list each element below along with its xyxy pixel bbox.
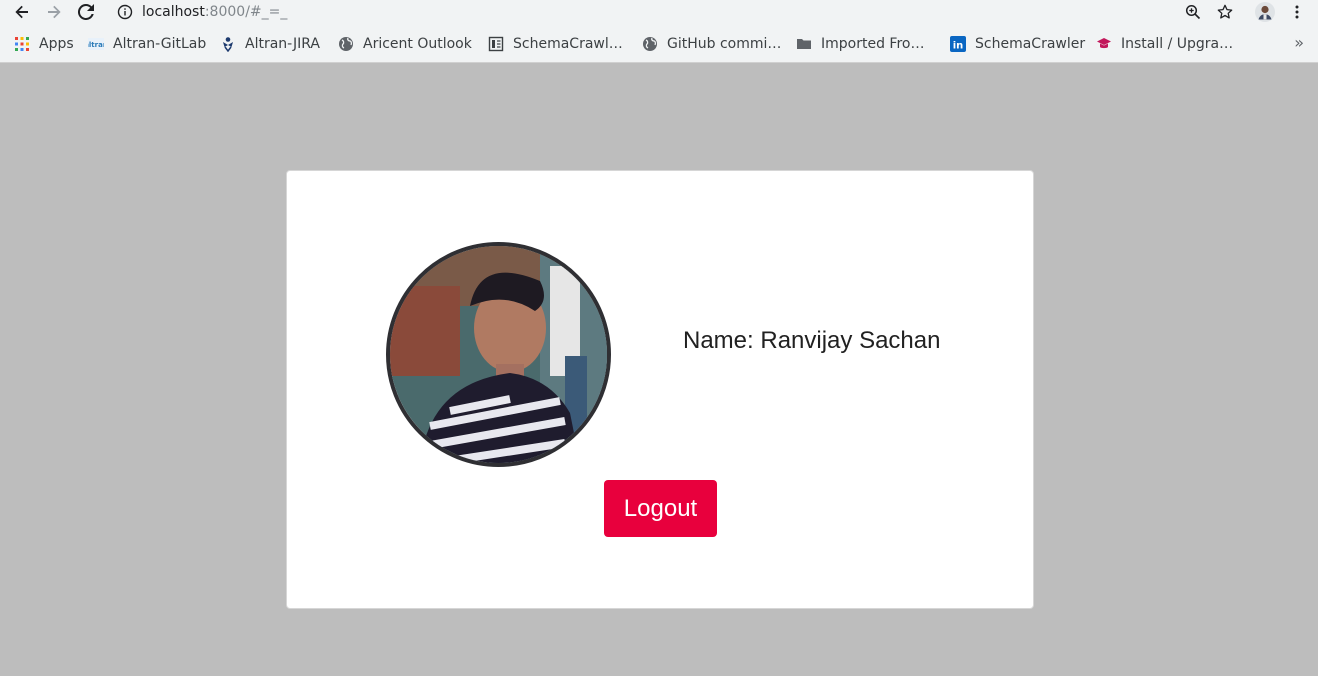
user-name-text: Name: Ranvijay Sachan: [683, 327, 941, 354]
bookmark-star-button[interactable]: [1213, 0, 1237, 24]
bookmark-label: Altran-GitLab: [113, 36, 207, 52]
profile-photo-image: [390, 246, 607, 463]
folder-icon: [796, 36, 812, 52]
bookmark-label: Install / Upgra…: [1121, 36, 1234, 52]
zoom-icon: [1185, 4, 1201, 20]
globe-icon: [338, 36, 354, 52]
info-icon: [117, 4, 133, 20]
bookmarks-overflow-button[interactable]: »: [1294, 33, 1304, 52]
arrow-left-icon: [15, 5, 28, 19]
bookmark-label: Imported Fro…: [821, 36, 925, 52]
bookmark-github-commits[interactable]: GitHub commi…: [642, 34, 781, 54]
logout-button[interactable]: Logout: [604, 480, 717, 537]
zoom-button[interactable]: [1181, 0, 1205, 24]
url-host: localhost: [142, 4, 205, 20]
jira-icon: [220, 36, 236, 52]
bookmark-aricent-outlook[interactable]: Aricent Outlook: [338, 34, 472, 54]
site-info-button[interactable]: [116, 3, 134, 21]
profile-photo: [386, 242, 611, 467]
graduation-cap-icon: [1096, 36, 1112, 52]
browser-toolbar: localhost:8000/#_=_: [0, 0, 1318, 25]
bookmark-label: SchemaCrawler: [975, 36, 1086, 52]
profile-card: Name: Ranvijay Sachan Logout: [286, 170, 1034, 609]
bookmark-altran-jira[interactable]: Altran-JIRA: [220, 34, 320, 54]
profile-avatar-icon: [1255, 2, 1275, 22]
reload-icon: [78, 4, 94, 20]
bookmark-schemacrawler-docs[interactable]: SchemaCrawl…: [488, 34, 623, 54]
profile-avatar-button[interactable]: [1253, 0, 1277, 24]
bookmark-label: SchemaCrawl…: [513, 36, 623, 52]
arrow-right-icon: [48, 5, 61, 19]
star-icon: [1217, 4, 1233, 19]
bookmark-label: GitHub commi…: [667, 36, 782, 52]
bookmark-apps[interactable]: Apps: [14, 34, 74, 54]
more-vertical-icon: [1295, 5, 1299, 19]
apps-grid-icon: [14, 36, 30, 52]
bookmark-install-upgrade[interactable]: Install / Upgra…: [1096, 34, 1233, 54]
svg-text:in: in: [953, 41, 964, 52]
bookmark-label: Aricent Outlook: [363, 36, 472, 52]
svg-text:altran: altran: [88, 41, 104, 49]
bookmark-imported-folder[interactable]: Imported Fro…: [796, 34, 924, 54]
bookmark-label: Apps: [39, 36, 74, 52]
bookmark-label: Altran-JIRA: [245, 36, 320, 52]
document-icon: [488, 36, 504, 52]
globe-icon: [642, 36, 658, 52]
bookmark-altran-gitlab[interactable]: altran Altran-GitLab: [88, 34, 206, 54]
linkedin-icon: in: [950, 36, 966, 52]
gitlab-icon: altran: [88, 36, 104, 52]
browser-menu-button[interactable]: [1285, 0, 1309, 24]
bookmark-schemacrawler-linkedin[interactable]: in SchemaCrawler: [950, 34, 1085, 54]
address-bar[interactable]: localhost:8000/#_=_: [142, 3, 287, 21]
bookmarks-bar: Apps altran Altran-GitLab Altran-JIRA Ar…: [0, 25, 1318, 63]
url-path: :8000/#_=_: [204, 4, 288, 20]
back-button[interactable]: [10, 0, 34, 24]
forward-button[interactable]: [42, 0, 66, 24]
reload-button[interactable]: [74, 0, 98, 24]
